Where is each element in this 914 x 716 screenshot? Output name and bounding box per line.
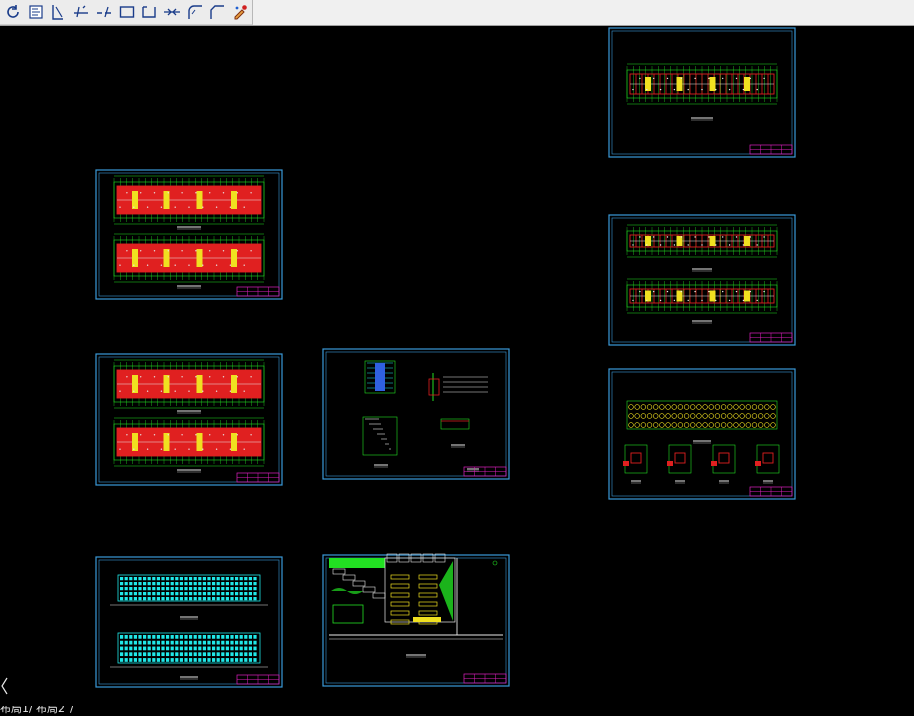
dimension-button-1[interactable]	[70, 1, 92, 23]
angle-button[interactable]	[47, 1, 69, 23]
extend-button[interactable]	[161, 1, 183, 23]
tab-separator-2: /	[70, 706, 74, 715]
drawing-sheet-site-plan[interactable]	[322, 553, 510, 687]
ruler-icon	[28, 5, 43, 19]
rectangle-button[interactable]	[116, 1, 138, 23]
drawing-sheet-foundation-plan[interactable]	[608, 368, 796, 500]
drawing-sheet-structure-plans[interactable]	[608, 214, 796, 346]
drawing-sheet-stair-details[interactable]	[322, 348, 510, 480]
drawing-canvas[interactable]	[0, 27, 914, 706]
tab-separator: /	[29, 706, 33, 715]
fillet-icon	[188, 5, 202, 19]
drawing-sheet-roof-plan[interactable]	[608, 27, 796, 158]
toolbar	[0, 0, 914, 26]
chamfer-button[interactable]	[207, 1, 229, 23]
rectangle-icon	[119, 6, 134, 18]
open-rectangle-icon	[142, 6, 156, 18]
tab-layout-2[interactable]: 布局2	[36, 706, 65, 716]
extend-icon	[164, 8, 180, 16]
fillet-button[interactable]	[184, 1, 206, 23]
tab-layout-1[interactable]: 布局1	[0, 706, 29, 716]
open-rectangle-button[interactable]	[138, 1, 160, 23]
rotate-button[interactable]	[2, 1, 24, 23]
drawing-sheet-floor-plans-2[interactable]	[95, 353, 283, 486]
color-picker-icon	[234, 5, 248, 20]
ruler-button[interactable]	[25, 1, 47, 23]
cad-drawing	[95, 27, 796, 688]
cad-toolbar-strip	[0, 0, 253, 25]
layout-tabs: 布局1 / 布局2 /	[0, 706, 914, 716]
angle-ruler-icon	[52, 5, 64, 20]
color-picker-button[interactable]	[229, 1, 251, 23]
drawing-sheet-elevations[interactable]	[95, 556, 283, 688]
dimension-button-2[interactable]	[93, 1, 115, 23]
aligned-dimension-icon	[96, 6, 111, 18]
chamfer-icon	[210, 5, 225, 19]
rotate-icon	[7, 5, 19, 18]
ucs-axis-icon	[1, 677, 8, 695]
perpendicular-dimension-icon	[74, 5, 89, 18]
drawing-sheet-floor-plans-1[interactable]	[95, 169, 283, 300]
